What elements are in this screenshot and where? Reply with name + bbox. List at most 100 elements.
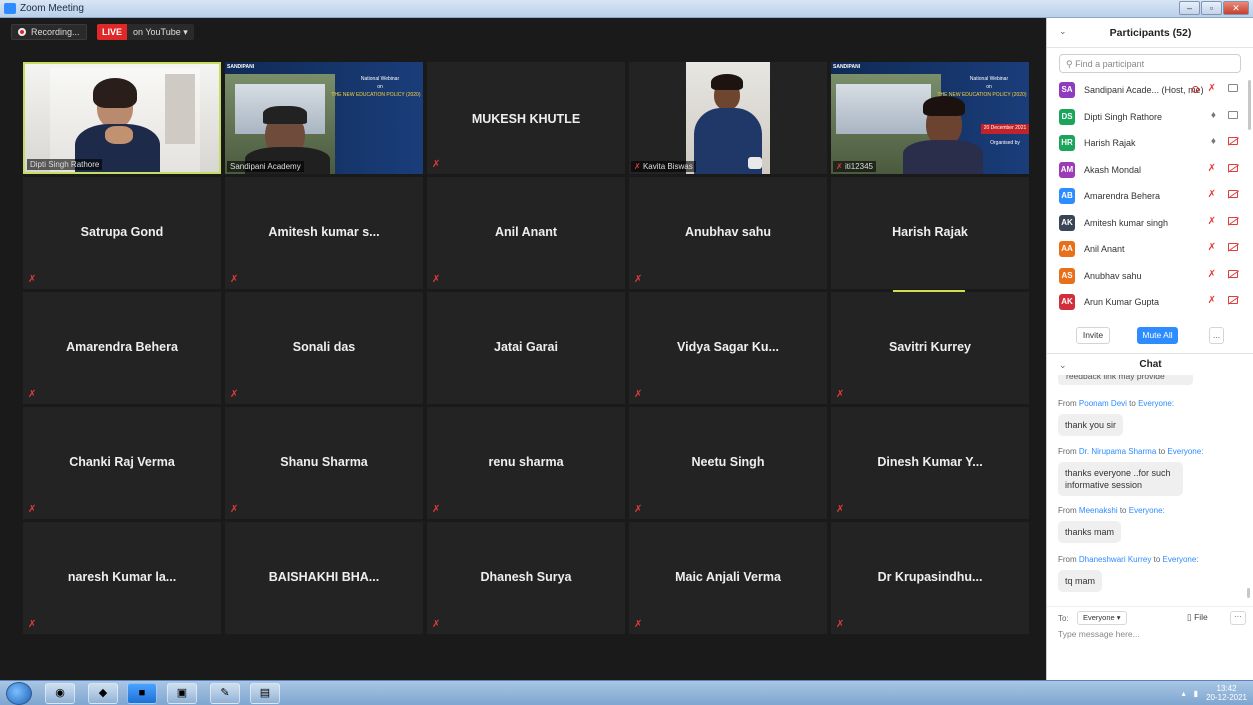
video-tile[interactable]: SANDIPANI National Webinar on THE NEW ED… bbox=[831, 62, 1029, 174]
chat-message-bubble: thank you sir bbox=[1058, 414, 1124, 436]
muted-mic-icon: ✗ bbox=[230, 274, 239, 285]
participant-row-name: Akash Mondal bbox=[1084, 164, 1142, 175]
muted-mic-icon: ✗ bbox=[836, 389, 845, 400]
muted-mic-icon[interactable]: ✗ bbox=[1208, 216, 1216, 227]
muted-mic-icon[interactable]: ✗ bbox=[1208, 269, 1216, 280]
participant-tile[interactable]: Anil Anant ✗ bbox=[427, 177, 625, 289]
participant-tile[interactable]: BAISHAKHI BHA... bbox=[225, 522, 423, 634]
live-stream-indicator[interactable]: LIVE on YouTube ▾ bbox=[97, 24, 194, 40]
participant-tile[interactable]: Dinesh Kumar Y... ✗ bbox=[831, 407, 1029, 519]
participant-tile[interactable]: Neetu Singh ✗ bbox=[629, 407, 827, 519]
participant-row[interactable]: AA Anil Anant ✗ bbox=[1047, 237, 1253, 264]
avatar: AK bbox=[1059, 214, 1075, 231]
network-icon[interactable]: ▮ bbox=[1194, 689, 1198, 698]
participant-tile[interactable]: renu sharma ✗ bbox=[427, 407, 625, 519]
participant-row-name: Amarendra Behera bbox=[1084, 191, 1161, 201]
participant-row[interactable]: AB Amarendra Behera ✗ bbox=[1047, 184, 1253, 211]
muted-mic-icon[interactable]: ✗ bbox=[1208, 190, 1216, 200]
participant-tile[interactable]: Chanki Raj Verma ✗ bbox=[23, 407, 221, 519]
chat-scrollbar[interactable] bbox=[1247, 588, 1250, 598]
start-button[interactable] bbox=[6, 682, 32, 705]
video-tile[interactable]: ✗ Kavita Biswas bbox=[629, 62, 827, 174]
participant-row[interactable]: AS Anubhav sahu ✗ bbox=[1047, 264, 1253, 291]
participant-tile[interactable]: Savitri Kurrey ✗ bbox=[831, 292, 1029, 404]
mic-icon[interactable]: ♦ bbox=[1211, 110, 1216, 121]
video-off-icon[interactable] bbox=[1228, 190, 1238, 198]
participant-tile[interactable]: Dr Krupasindhu... ✗ bbox=[831, 522, 1029, 634]
invite-button[interactable]: Invite bbox=[1076, 327, 1110, 344]
video-tile[interactable]: Dipti Singh Rathore bbox=[23, 62, 221, 174]
participant-tile[interactable]: Vidya Sagar Ku... ✗ bbox=[629, 292, 827, 404]
avatar: SA bbox=[1059, 82, 1075, 98]
participant-row-name: Amitesh kumar singh bbox=[1084, 217, 1169, 228]
participant-tile[interactable]: Sonali das ✗ bbox=[225, 292, 423, 404]
maximize-button[interactable]: ▫ bbox=[1201, 1, 1222, 15]
mute-all-button[interactable]: Mute All bbox=[1137, 327, 1178, 344]
participant-tile[interactable]: Satrupa Gond ✗ bbox=[23, 177, 221, 289]
recording-indicator[interactable]: Recording... bbox=[11, 24, 87, 40]
recipient-select[interactable]: Everyone ▾ bbox=[1077, 611, 1127, 625]
muted-mic-icon[interactable]: ✗ bbox=[1208, 84, 1216, 94]
muted-mic-icon[interactable]: ✗ bbox=[1208, 163, 1216, 174]
participant-name: Shanu Sharma bbox=[280, 455, 368, 469]
participant-tile[interactable]: Amitesh kumar s... ✗ bbox=[225, 177, 423, 289]
presentation-icon[interactable]: ▣ bbox=[167, 683, 197, 704]
video-off-icon[interactable] bbox=[1228, 163, 1238, 172]
video-off-icon[interactable] bbox=[1228, 137, 1238, 145]
video-camera-icon[interactable] bbox=[1228, 84, 1238, 92]
paint-icon[interactable]: ✎ bbox=[210, 683, 240, 704]
muted-mic-icon[interactable]: ✗ bbox=[1208, 243, 1216, 253]
participant-row[interactable]: HR Harish Rajak ♦ bbox=[1047, 131, 1253, 158]
video-camera-icon[interactable] bbox=[1228, 110, 1238, 119]
chat-recipient-row: To: Everyone ▾ ▯ File ··· bbox=[1047, 606, 1253, 628]
video-tile[interactable]: MUKESH KHUTLE ✗ bbox=[427, 62, 625, 174]
participant-name: Maic Anjali Verma bbox=[675, 570, 781, 584]
participant-tile[interactable]: Maic Anjali Verma ✗ bbox=[629, 522, 827, 634]
participant-tile[interactable]: Anubhav sahu ✗ bbox=[629, 177, 827, 289]
chrome-icon[interactable]: ◉ bbox=[45, 683, 75, 704]
participant-row[interactable]: AM Akash Mondal ✗ bbox=[1047, 158, 1253, 185]
tray-arrow-icon[interactable]: ▴ bbox=[1182, 689, 1186, 698]
explorer-icon[interactable]: ◆ bbox=[88, 683, 118, 704]
participant-tile[interactable]: Jatai Garai bbox=[427, 292, 625, 404]
more-options-button[interactable]: ... bbox=[1209, 327, 1224, 344]
minimize-button[interactable]: – bbox=[1179, 1, 1200, 15]
avatar: HR bbox=[1059, 135, 1075, 151]
slide-line4: 20 December 2021 bbox=[983, 125, 1027, 131]
video-off-icon[interactable] bbox=[1228, 269, 1238, 278]
muted-mic-icon: ✗ bbox=[28, 274, 37, 285]
participant-search-input[interactable]: ⚲ Find a participant bbox=[1059, 54, 1241, 73]
video-off-icon[interactable] bbox=[1228, 216, 1238, 225]
clock[interactable]: 13:42 20-12-2021 bbox=[1206, 684, 1247, 702]
video-gallery: Recording... LIVE on YouTube ▾ Dipti Sin… bbox=[0, 18, 1046, 680]
participant-tile[interactable]: Harish Rajak bbox=[831, 177, 1029, 289]
participant-row[interactable]: SA Sandipani Acade... (Host, me) ✗ bbox=[1047, 78, 1253, 105]
zoom-taskbar-icon[interactable]: ■ bbox=[127, 683, 157, 704]
participant-row[interactable]: AK Amitesh kumar singh ✗ bbox=[1047, 211, 1253, 238]
participant-name: naresh Kumar la... bbox=[67, 570, 177, 584]
video-tile[interactable]: SANDIPANI National Webinar on THE NEW ED… bbox=[225, 62, 423, 174]
mic-icon[interactable]: ♦ bbox=[1211, 137, 1216, 147]
chat-title: Chat bbox=[1139, 359, 1162, 370]
muted-mic-icon[interactable]: ✗ bbox=[1208, 296, 1216, 306]
slide-brand: SANDIPANI bbox=[227, 64, 255, 70]
participant-tile[interactable]: Amarendra Behera ✗ bbox=[23, 292, 221, 404]
live-badge: LIVE bbox=[97, 24, 128, 40]
participant-name: MUKESH KHUTLE bbox=[471, 112, 581, 126]
participant-tile[interactable]: naresh Kumar la... ✗ bbox=[23, 522, 221, 634]
participant-tile[interactable]: Shanu Sharma ✗ bbox=[225, 407, 423, 519]
chat-header: ⌄ Chat bbox=[1047, 353, 1253, 375]
file-icon: ▯ bbox=[1187, 612, 1192, 622]
participants-title: Participants (52) bbox=[1109, 27, 1192, 39]
video-off-icon[interactable] bbox=[1228, 296, 1238, 304]
participant-tile[interactable]: Dhanesh Surya ✗ bbox=[427, 522, 625, 634]
close-button[interactable]: ✕ bbox=[1223, 1, 1249, 15]
file-button[interactable]: ▯ File bbox=[1187, 612, 1208, 623]
participant-row[interactable]: AK Arun Kumar Gupta ✗ bbox=[1047, 290, 1253, 317]
muted-mic-icon: ✗ bbox=[634, 619, 643, 630]
video-off-icon[interactable] bbox=[1228, 243, 1238, 251]
chat-message-input[interactable]: Type message here... bbox=[1058, 629, 1140, 639]
participant-row[interactable]: DS Dipti Singh Rathore ♦ bbox=[1047, 105, 1253, 132]
folder-icon[interactable]: ▤ bbox=[250, 683, 280, 704]
chat-more-button[interactable]: ··· bbox=[1230, 611, 1246, 625]
